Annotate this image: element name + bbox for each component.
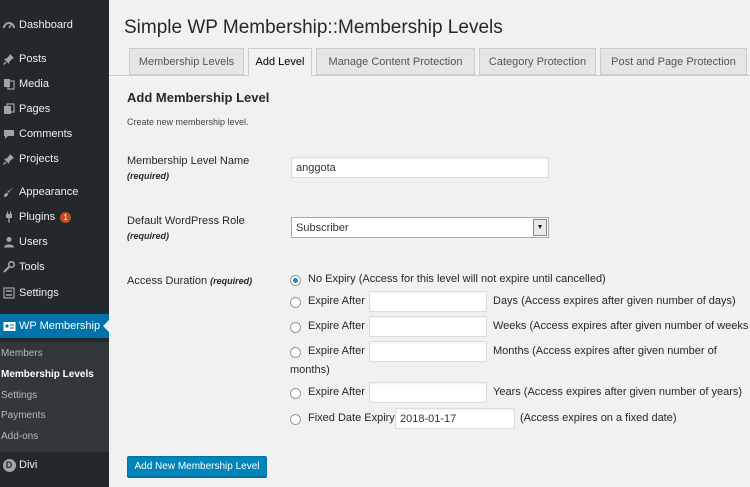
menu-item-label: Pages xyxy=(19,103,51,115)
menu-item-posts[interactable]: Posts xyxy=(0,47,109,71)
menu-item-label: Tools xyxy=(19,261,45,273)
dashboard-icon xyxy=(2,18,16,32)
menu-item-tools[interactable]: Tools xyxy=(0,255,109,279)
menu-item-label: Projects xyxy=(19,153,59,165)
pages-icon xyxy=(2,102,16,116)
menu-item-settings[interactable]: Settings xyxy=(0,281,109,305)
menu-item-label: Posts xyxy=(19,53,47,65)
tab-membership-levels[interactable]: Membership Levels xyxy=(129,48,244,75)
no-expiry-text: No Expiry (Access for this level will no… xyxy=(308,273,606,285)
menu-item-comments[interactable]: Comments xyxy=(0,122,109,146)
menu-item-users[interactable]: Users xyxy=(0,230,109,254)
select-value: Subscriber xyxy=(296,221,349,234)
menu-item-label: Divi xyxy=(19,459,38,471)
divi-logo-icon: D xyxy=(2,458,16,472)
brush-icon xyxy=(2,185,16,199)
menu-item-label: Settings xyxy=(19,287,59,299)
menu-item-divi[interactable]: D Divi xyxy=(0,453,109,477)
pin-icon xyxy=(2,152,16,166)
tab-add-level[interactable]: Add Level xyxy=(248,48,312,76)
submenu-item-members[interactable]: Members xyxy=(1,348,43,359)
submenu-item-membership-levels[interactable]: Membership Levels xyxy=(1,369,94,380)
dropdown-arrow-icon[interactable]: ▼ xyxy=(533,219,547,236)
menu-item-label: Comments xyxy=(19,128,73,140)
months-input[interactable] xyxy=(369,341,487,362)
media-icon xyxy=(2,77,16,91)
years-text: Years (Access expires after given number… xyxy=(493,386,743,398)
menu-item-label: Appearance xyxy=(19,186,79,198)
expire-after-text: Expire After xyxy=(308,345,365,357)
menu-item-label: Users xyxy=(19,236,48,248)
tab-category-protection[interactable]: Category Protection xyxy=(479,48,596,75)
radio-fixed-date[interactable] xyxy=(290,414,301,425)
expire-after-text: Expire After xyxy=(308,295,365,307)
tab-manage-content-protection[interactable]: Manage Content Protection xyxy=(316,48,475,75)
section-description: Create new membership level. xyxy=(127,117,249,127)
menu-item-wp-membership[interactable]: WP Membership xyxy=(0,314,109,338)
radio-expire-days[interactable] xyxy=(290,297,301,308)
menu-item-plugins[interactable]: Plugins 1 xyxy=(0,205,109,229)
expire-after-text: Expire After xyxy=(308,386,365,398)
months-text-continued: months) xyxy=(290,364,330,376)
radio-expire-years[interactable] xyxy=(290,388,301,399)
weeks-text: Weeks (Access expires after given number… xyxy=(493,320,749,332)
wrench-icon xyxy=(2,260,16,274)
months-text: Months (Access expires after given numbe… xyxy=(493,345,717,357)
radio-no-expiry[interactable] xyxy=(290,275,301,286)
tab-post-and-page-protection[interactable]: Post and Page Protection xyxy=(600,48,747,75)
membership-level-name-label: Membership Level Name (required) xyxy=(127,155,250,181)
submenu-item-settings[interactable]: Settings xyxy=(1,390,37,401)
required-note: (required) xyxy=(127,171,170,181)
menu-item-label: Dashboard xyxy=(19,19,73,31)
default-role-label: Default WordPress Role (required) xyxy=(127,215,245,241)
membership-level-name-input[interactable] xyxy=(291,157,549,178)
radio-expire-months[interactable] xyxy=(290,347,301,358)
main-content: Simple WP Membership::Membership Levels … xyxy=(109,0,750,487)
tabs-divider xyxy=(109,75,750,76)
expire-after-text: Expire After xyxy=(308,320,365,332)
plugin-update-badge: 1 xyxy=(60,211,72,223)
radio-expire-weeks[interactable] xyxy=(290,322,301,333)
required-note: (required) xyxy=(210,276,253,286)
menu-item-pages[interactable]: Pages xyxy=(0,97,109,121)
submenu-item-add-ons[interactable]: Add-ons xyxy=(1,431,38,442)
weeks-input[interactable] xyxy=(369,316,487,337)
fixed-date-desc: (Access expires on a fixed date) xyxy=(520,412,677,424)
admin-sidebar: Dashboard Posts Media Pages Comments Pro… xyxy=(0,0,109,487)
settings-icon xyxy=(2,286,16,300)
submenu-item-payments[interactable]: Payments xyxy=(1,410,45,421)
required-note: (required) xyxy=(127,231,170,241)
section-heading: Add Membership Level xyxy=(127,90,270,105)
menu-item-label: WP Membership xyxy=(19,320,101,332)
wp-membership-submenu: Members Membership Levels Settings Payme… xyxy=(0,342,109,452)
menu-item-dashboard[interactable]: Dashboard xyxy=(0,13,109,37)
menu-item-label: Media xyxy=(19,78,49,90)
fixed-date-input[interactable] xyxy=(395,408,515,429)
access-duration-label: Access Duration (required) xyxy=(127,275,253,287)
days-text: Days (Access expires after given number … xyxy=(493,295,736,307)
years-input[interactable] xyxy=(369,382,487,403)
comments-icon xyxy=(2,127,16,141)
fixed-date-text: Fixed Date Expiry xyxy=(308,412,395,424)
menu-item-media[interactable]: Media xyxy=(0,72,109,96)
pin-icon xyxy=(2,52,16,66)
default-role-select[interactable]: Subscriber ▼ xyxy=(291,217,549,238)
menu-item-projects[interactable]: Projects xyxy=(0,147,109,171)
users-icon xyxy=(2,235,16,249)
menu-item-appearance[interactable]: Appearance xyxy=(0,180,109,204)
plugin-icon xyxy=(2,210,16,224)
id-card-icon xyxy=(2,319,16,333)
days-input[interactable] xyxy=(369,291,487,312)
page-title: Simple WP Membership::Membership Levels xyxy=(124,17,503,38)
add-membership-level-button[interactable]: Add New Membership Level xyxy=(127,456,267,477)
menu-item-label: Plugins xyxy=(19,211,56,223)
